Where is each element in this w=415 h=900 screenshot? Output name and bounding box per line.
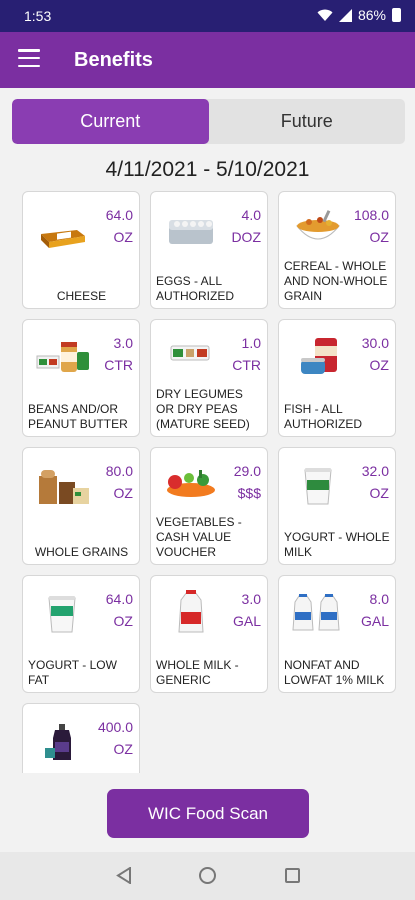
benefit-label: CHEESE bbox=[56, 289, 107, 303]
home-icon[interactable] bbox=[199, 867, 216, 884]
system-nav-bar bbox=[0, 852, 415, 900]
benefit-quantity: 1.0 CTR bbox=[232, 335, 261, 373]
hamburger-menu-icon[interactable] bbox=[18, 49, 40, 67]
benefit-quantity: 64.0 OZ bbox=[105, 207, 133, 245]
tab-future[interactable]: Future bbox=[209, 99, 406, 144]
status-bar: 1:53 86% bbox=[0, 0, 415, 32]
battery-icon bbox=[392, 8, 401, 22]
benefit-label: WHOLE GRAINS bbox=[34, 545, 129, 559]
benefit-label: FISH - ALL AUTHORIZED bbox=[284, 402, 362, 431]
benefit-quantity: 400.0 OZ bbox=[97, 719, 133, 757]
benefit-quantity: 4.0 DOZ bbox=[231, 207, 261, 245]
wifi-icon bbox=[317, 9, 333, 21]
benefit-card-vegetables[interactable]: 29.0 $$$ VEGETABLES - CASH VALUE VOUCHER bbox=[150, 447, 268, 565]
benefit-label: VEGETABLES - CASH VALUE VOUCHER bbox=[156, 515, 242, 559]
benefit-card-dry-legumes[interactable]: 1.0 CTR DRY LEGUMES OR DRY PEAS (MATURE S… bbox=[150, 319, 268, 437]
benefit-quantity: 32.0 OZ bbox=[361, 463, 389, 501]
benefit-period-tabs: Current Future bbox=[12, 99, 405, 144]
benefit-quantity: 3.0 CTR bbox=[104, 335, 133, 373]
benefit-label: BEANS AND/OR PEANUT BUTTER bbox=[28, 402, 128, 431]
benefit-card-beans-peanut-butter[interactable]: 3.0 CTR BEANS AND/OR PEANUT BUTTER bbox=[22, 319, 140, 437]
benefit-card-yogurt-whole-milk[interactable]: 32.0 OZ YOGURT - WHOLE MILK bbox=[278, 447, 396, 565]
benefit-label: NONFAT AND LOWFAT 1% MILK bbox=[284, 658, 385, 687]
app-bar: Benefits bbox=[0, 32, 415, 88]
benefit-quantity: 30.0 OZ bbox=[361, 335, 389, 373]
benefit-label: EGGS - ALL AUTHORIZED bbox=[156, 274, 234, 303]
benefit-card-nonfat-lowfat-milk[interactable]: 8.0 GAL NONFAT AND LOWFAT 1% MILK bbox=[278, 575, 396, 693]
wic-food-scan-button[interactable]: WIC Food Scan bbox=[107, 789, 309, 838]
page-title: Benefits bbox=[74, 49, 153, 71]
benefit-card-cheese[interactable]: 64.0 OZ CHEESE bbox=[22, 191, 140, 309]
benefit-label: DRY LEGUMES OR DRY PEAS (MATURE SEED) bbox=[156, 387, 250, 431]
benefit-card-fish[interactable]: 30.0 OZ FISH - ALL AUTHORIZED bbox=[278, 319, 396, 437]
back-icon[interactable] bbox=[116, 867, 132, 884]
benefit-label: CEREAL - WHOLE AND NON-WHOLE GRAIN bbox=[284, 259, 388, 303]
signal-icon bbox=[338, 8, 352, 22]
benefit-card-juice[interactable]: 400.0 OZ bbox=[22, 703, 140, 773]
benefit-card-eggs[interactable]: 4.0 DOZ EGGS - ALL AUTHORIZED bbox=[150, 191, 268, 309]
benefit-card-whole-milk[interactable]: 3.0 GAL WHOLE MILK - GENERIC bbox=[150, 575, 268, 693]
benefit-card-yogurt-low-fat[interactable]: 64.0 OZ YOGURT - LOW FAT bbox=[22, 575, 140, 693]
tab-current[interactable]: Current bbox=[12, 99, 209, 144]
date-range: 4/11/2021 - 5/10/2021 bbox=[105, 158, 310, 181]
benefit-label: WHOLE MILK - GENERIC bbox=[156, 658, 239, 687]
benefit-quantity: 8.0 GAL bbox=[360, 591, 389, 629]
benefit-quantity: 29.0 $$$ bbox=[233, 463, 261, 501]
benefit-card-cereal[interactable]: 108.0 OZ CEREAL - WHOLE AND NON-WHOLE GRA… bbox=[278, 191, 396, 309]
clock: 1:53 bbox=[24, 8, 52, 24]
benefit-label: YOGURT - WHOLE MILK bbox=[284, 530, 390, 559]
benefit-quantity: 3.0 GAL bbox=[232, 591, 261, 629]
status-icons: 86% bbox=[317, 7, 401, 23]
benefit-quantity: 80.0 OZ bbox=[105, 463, 133, 501]
benefit-label: YOGURT - LOW FAT bbox=[28, 658, 117, 687]
benefit-quantity: 108.0 OZ bbox=[353, 207, 389, 245]
recent-apps-icon[interactable] bbox=[285, 868, 300, 883]
benefit-card-whole-grains[interactable]: 80.0 OZ WHOLE GRAINS bbox=[22, 447, 140, 565]
benefit-quantity: 64.0 OZ bbox=[105, 591, 133, 629]
battery-percent: 86% bbox=[357, 7, 386, 23]
